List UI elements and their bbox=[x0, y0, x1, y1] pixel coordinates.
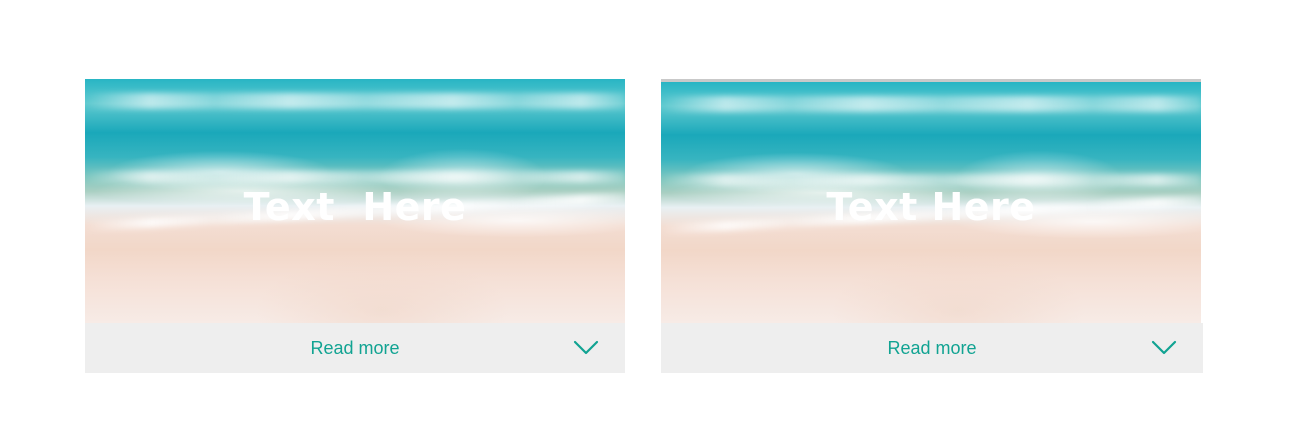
beach-card-2: Text Here Read more bbox=[661, 79, 1203, 373]
beach-image: Text Here bbox=[661, 79, 1201, 323]
read-more-link[interactable]: Read more bbox=[310, 338, 399, 359]
beach-card-1: Text Here Read more bbox=[85, 79, 625, 373]
beach-image: Text Here bbox=[85, 79, 625, 323]
card-gallery: Text Here Read more Text Here Read more bbox=[0, 0, 1293, 447]
wave-foam bbox=[661, 96, 1201, 112]
wave-foam bbox=[85, 171, 625, 183]
chevron-down-icon[interactable] bbox=[573, 339, 599, 357]
wave-foam bbox=[85, 93, 625, 109]
read-more-link[interactable]: Read more bbox=[887, 338, 976, 359]
card-title: Text Here bbox=[826, 185, 1036, 229]
chevron-down-icon[interactable] bbox=[1151, 339, 1177, 357]
card-footer[interactable]: Read more bbox=[661, 323, 1203, 373]
card-title: Text Here bbox=[243, 185, 467, 229]
card-footer[interactable]: Read more bbox=[85, 323, 625, 373]
